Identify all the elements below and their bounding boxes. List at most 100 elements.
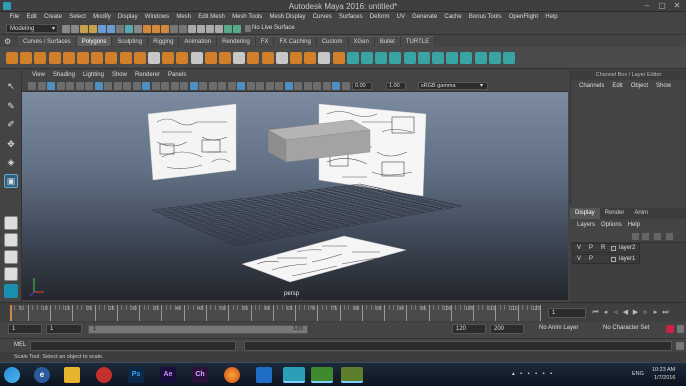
status-tool-icon[interactable] <box>224 25 232 33</box>
minimize-icon[interactable]: – <box>640 1 654 11</box>
viewport-tool-icon[interactable] <box>275 82 283 90</box>
shelf-tool-icon[interactable] <box>375 52 388 64</box>
layer-down-icon[interactable] <box>642 233 649 240</box>
shelf-tool-icon[interactable] <box>204 52 217 64</box>
layer-visibility-toggle[interactable]: V <box>577 245 581 251</box>
menu-mesh-tools[interactable]: Mesh Tools <box>228 14 265 20</box>
viewport-tool-icon[interactable] <box>104 82 112 90</box>
floor-image-plane[interactable] <box>241 235 407 283</box>
viewport-menu-renderer[interactable]: Renderer <box>131 72 164 78</box>
far-clip-field[interactable]: 1.00 <box>386 82 406 90</box>
key-icon[interactable] <box>666 325 674 333</box>
menu-bonus-tools[interactable]: Bonus Tools <box>465 14 505 20</box>
shelf-tool-icon[interactable] <box>503 52 515 64</box>
go-to-end-icon[interactable]: ⏭ <box>662 309 669 316</box>
menu-edit-mesh[interactable]: Edit Mesh <box>195 14 229 20</box>
language-indicator[interactable]: ENG <box>632 371 644 377</box>
shelf-tool-icon[interactable] <box>62 52 75 64</box>
shelf-tool-icon[interactable] <box>133 52 146 64</box>
menu-uv[interactable]: UV <box>393 14 409 20</box>
next-key-icon[interactable]: ▹ <box>642 309 649 316</box>
status-tool-icon[interactable] <box>179 25 187 33</box>
menu-generate[interactable]: Generate <box>409 14 441 20</box>
status-tool-icon[interactable] <box>206 25 214 33</box>
viewport-menu-shading[interactable]: Shading <box>49 72 79 78</box>
character-set-select[interactable]: No Character Set <box>600 324 660 334</box>
status-tool-icon[interactable] <box>116 25 124 33</box>
status-tool-icon[interactable] <box>62 25 70 33</box>
viewport-tool-icon[interactable] <box>170 82 179 90</box>
internet-explorer-icon[interactable]: e <box>34 367 50 383</box>
shelf-tool-icon[interactable] <box>91 52 104 64</box>
play-backward-icon[interactable]: ◀ <box>622 309 629 316</box>
shelf-gear-icon[interactable]: ⚙ <box>4 37 14 46</box>
viewport-tool-icon[interactable] <box>303 82 312 90</box>
layer-color-swatch[interactable] <box>611 246 616 251</box>
live-surface-field[interactable]: No Live Surface <box>252 25 295 31</box>
viewport-tool-icon[interactable] <box>294 82 302 90</box>
shelf-tool-icon[interactable] <box>148 52 160 64</box>
layer-playback-toggle[interactable]: P <box>589 256 593 262</box>
viewport-tool-icon[interactable] <box>113 82 122 90</box>
layer-reference-toggle[interactable]: R <box>601 245 605 251</box>
viewport-tool-icon[interactable] <box>142 82 150 90</box>
viewport-tool-icon[interactable] <box>218 82 226 90</box>
shelf-tab-sculpting[interactable]: Sculpting <box>112 36 149 46</box>
shelf-tab-custom[interactable]: Custom <box>316 36 349 46</box>
shelf-tool-icon[interactable] <box>105 52 118 64</box>
status-tool-icon[interactable] <box>134 25 142 33</box>
shelf-tool-icon[interactable] <box>361 52 373 64</box>
viewport-menu-show[interactable]: Show <box>108 72 131 78</box>
prev-key-icon[interactable]: ◃ <box>612 309 619 316</box>
layer-visibility-toggle[interactable]: V <box>577 256 581 262</box>
file-explorer-icon[interactable] <box>64 367 80 383</box>
lasso-tool-icon[interactable]: ✎ <box>4 100 18 114</box>
viewport-tool-icon[interactable] <box>227 82 236 90</box>
layer-tab-anim[interactable]: Anim <box>629 208 653 219</box>
recorder-icon[interactable] <box>341 367 363 383</box>
viewport-tool-icon[interactable] <box>265 82 274 90</box>
menu-openflight[interactable]: OpenFlight <box>505 14 542 20</box>
playback-range-bar[interactable]: 1 120 <box>88 325 308 334</box>
layout-four-icon[interactable] <box>4 233 18 247</box>
shelf-tool-icon[interactable] <box>446 52 459 64</box>
shelf-tool-icon[interactable] <box>20 52 33 64</box>
shelf-tool-icon[interactable] <box>488 52 501 64</box>
shelf-tab-xgen[interactable]: XGen <box>348 36 375 46</box>
maximize-icon[interactable]: ▢ <box>655 1 669 11</box>
viewport-tool-icon[interactable] <box>332 82 340 90</box>
mail-icon[interactable] <box>256 367 272 383</box>
step-back-icon[interactable]: ◂ <box>602 309 609 316</box>
viewport-tool-icon[interactable] <box>208 82 217 90</box>
shelf-tool-icon[interactable] <box>247 52 260 64</box>
shelf-tab-rendering[interactable]: Rendering <box>217 36 256 46</box>
menu-windows[interactable]: Windows <box>141 14 173 20</box>
mode-selector[interactable]: Modeling <box>6 24 58 33</box>
channel-box-menu-show[interactable]: Show <box>652 83 675 89</box>
near-clip-field[interactable]: 0.00 <box>352 82 372 90</box>
menu-cache[interactable]: Cache <box>441 14 466 20</box>
viewport-tool-icon[interactable] <box>56 82 65 90</box>
command-input[interactable] <box>30 341 236 351</box>
character-animator-icon[interactable]: Ch <box>192 367 208 383</box>
play-forward-icon[interactable]: ▶ <box>632 309 639 316</box>
status-tool-icon[interactable] <box>197 25 205 33</box>
status-tool-icon[interactable] <box>152 25 160 33</box>
viewport-tool-icon[interactable] <box>322 82 331 90</box>
viewport-tool-icon[interactable] <box>47 82 55 90</box>
current-time-marker[interactable] <box>10 305 12 321</box>
viewport-tool-icon[interactable] <box>94 82 103 90</box>
shelf-tool-icon[interactable] <box>389 52 402 64</box>
shelf-tool-icon[interactable] <box>346 52 359 64</box>
layer-up-icon[interactable] <box>632 233 639 240</box>
rotate-tool-icon[interactable]: ◈ <box>4 156 18 170</box>
shelf-tool-icon[interactable] <box>34 52 47 64</box>
shelf-tab-animation[interactable]: Animation <box>179 36 218 46</box>
clock-date[interactable]: 1/7/2016 <box>654 375 675 381</box>
paint-select-icon[interactable]: ✐ <box>4 118 18 132</box>
layout-two-icon[interactable] <box>4 250 18 264</box>
viewport-tool-icon[interactable] <box>37 82 46 90</box>
viewport-tool-icon[interactable] <box>256 82 264 90</box>
menu-modify[interactable]: Modify <box>89 14 114 20</box>
select-tool-icon[interactable]: ↖ <box>4 80 18 94</box>
